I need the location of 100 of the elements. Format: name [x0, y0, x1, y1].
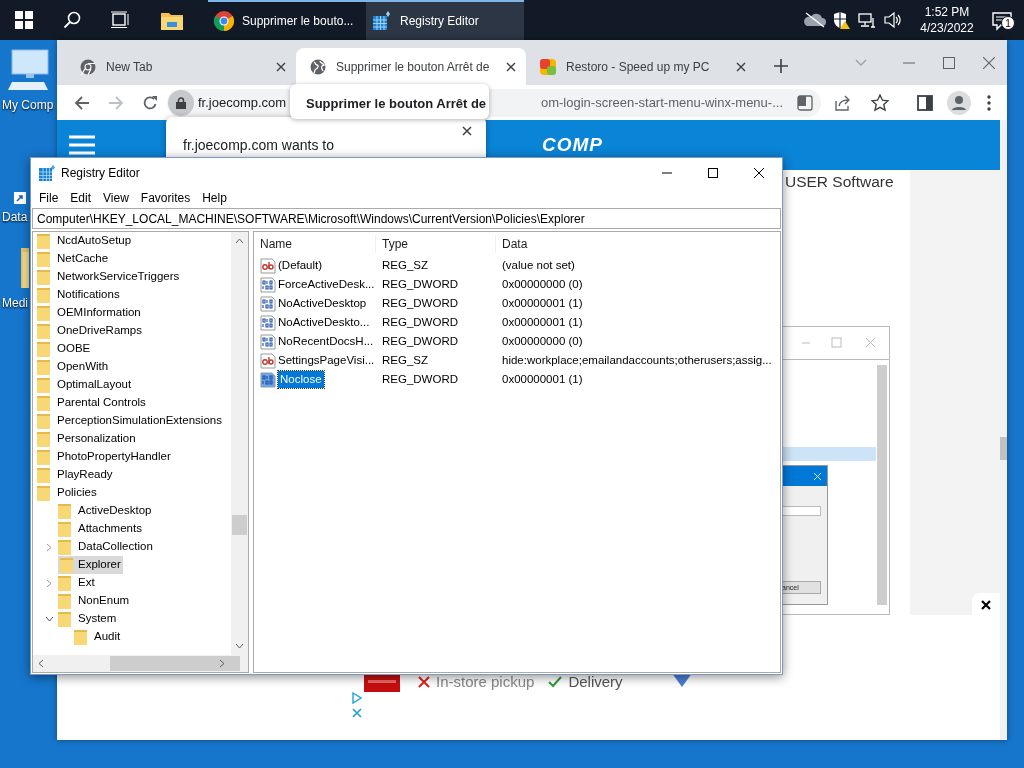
- value-data: 0x00000001 (1): [501, 314, 584, 330]
- scroll-thumb[interactable]: [232, 515, 247, 535]
- scroll-thumb[interactable]: [110, 656, 240, 671]
- column-header[interactable]: Type: [376, 235, 496, 253]
- tree-item[interactable]: ActiveDesktop: [76, 502, 154, 520]
- maximize-icon[interactable]: [943, 56, 955, 69]
- share-icon[interactable]: [835, 94, 851, 111]
- tree-item[interactable]: PhotoPropertyHandler: [55, 448, 173, 466]
- notification-icon[interactable]: [992, 10, 1012, 31]
- tree-item[interactable]: Parental Controls: [55, 394, 148, 412]
- scroll-down-icon[interactable]: [235, 643, 244, 649]
- column-header[interactable]: Name: [254, 235, 376, 253]
- value-name[interactable]: ForceActiveDesk...: [278, 275, 375, 294]
- tree-item[interactable]: System: [76, 610, 119, 628]
- computer-icon[interactable]: [8, 48, 52, 92]
- close-button[interactable]: [972, 593, 1000, 617]
- value-name[interactable]: (Default): [278, 256, 323, 275]
- tree-item[interactable]: NetCache: [55, 250, 111, 268]
- site-logo[interactable]: COMP: [542, 130, 603, 160]
- clock[interactable]: 1:52 PM 4/23/2022: [912, 4, 982, 36]
- new-tab-icon[interactable]: [774, 59, 788, 73]
- scroll-up-icon[interactable]: [235, 238, 244, 244]
- tree-item[interactable]: OEMInformation: [55, 304, 143, 322]
- value-name[interactable]: Noclose: [278, 370, 324, 389]
- tree-item[interactable]: Attachments: [76, 520, 144, 538]
- article-heading: USER Software: [785, 172, 894, 192]
- star-icon[interactable]: [871, 93, 889, 112]
- tree-item[interactable]: Ext: [76, 574, 97, 592]
- browser-tab[interactable]: Supprimer le bouton Arrêt de: [296, 48, 526, 85]
- folder-icon: [37, 269, 50, 285]
- registry-icon: [372, 11, 392, 31]
- value-type: REG_SZ: [381, 257, 429, 273]
- tree-item[interactable]: DataCollection: [76, 538, 155, 556]
- close-icon[interactable]: [276, 61, 286, 72]
- desktop-icon-label[interactable]: My Comp: [0, 96, 54, 114]
- close-icon[interactable]: [462, 126, 472, 136]
- value-name[interactable]: NoActiveDeskto...: [278, 313, 370, 332]
- column-header[interactable]: Data: [496, 235, 780, 253]
- desktop-icon-label[interactable]: Data: [0, 208, 28, 226]
- folder-icon: [37, 377, 50, 393]
- tree-item[interactable]: PlayReady: [55, 466, 115, 484]
- ad-info-icon[interactable]: [352, 692, 362, 704]
- back-icon[interactable]: [74, 94, 90, 111]
- tree-item[interactable]: PerceptionSimulationExtensions: [55, 412, 224, 430]
- folder-icon: [37, 305, 50, 321]
- menu-icon[interactable]: [987, 94, 991, 111]
- network-off-icon[interactable]: [804, 12, 826, 28]
- value-name[interactable]: SettingsPageVisi...: [278, 351, 375, 370]
- folder-icon: [37, 449, 50, 465]
- scroll-left-icon[interactable]: [38, 659, 44, 668]
- tree-item[interactable]: Audit: [92, 628, 123, 646]
- tree-item[interactable]: OpenWith: [55, 358, 111, 376]
- value-name[interactable]: NoActiveDesktop: [278, 294, 367, 313]
- volume-icon[interactable]: [884, 12, 902, 28]
- profile-icon[interactable]: [947, 90, 971, 115]
- menu-item[interactable]: File: [33, 189, 65, 207]
- scroll-right-icon[interactable]: [219, 659, 225, 668]
- network-icon[interactable]: [858, 12, 876, 28]
- close-icon[interactable]: [736, 61, 746, 72]
- scrollbar[interactable]: [33, 655, 248, 672]
- desktop-icon-label[interactable]: Medi: [0, 294, 28, 312]
- ad-feature: Delivery: [568, 672, 623, 692]
- binary-value-icon: [260, 333, 276, 350]
- close-icon[interactable]: [506, 61, 516, 72]
- browser-tab[interactable]: Restoro - Speed up my PC: [526, 48, 756, 85]
- tree-item[interactable]: Explorer: [58, 556, 123, 574]
- tree-item[interactable]: NonEnum: [76, 592, 132, 610]
- shield-warning-icon[interactable]: [832, 11, 850, 29]
- folder-icon: [58, 611, 71, 627]
- tree-item[interactable]: Policies: [55, 484, 99, 502]
- folder-icon: [37, 251, 50, 267]
- registry-icon: [39, 165, 55, 181]
- tree-item[interactable]: OneDriveRamps: [55, 322, 144, 340]
- menu-item[interactable]: View: [97, 189, 135, 207]
- tree-item[interactable]: NcdAutoSetup: [55, 232, 134, 250]
- start-icon[interactable]: [15, 11, 33, 29]
- tree-item[interactable]: Notifications: [55, 286, 122, 304]
- reload-icon[interactable]: [142, 94, 158, 111]
- taskbar-button[interactable]: Registry Editor: [366, 0, 524, 40]
- scrollbar[interactable]: [231, 232, 248, 655]
- string-value-icon: [260, 257, 276, 274]
- menu-item[interactable]: Help: [196, 189, 233, 207]
- menu-item[interactable]: Edit: [64, 189, 98, 207]
- value-type: REG_DWORD: [381, 314, 460, 330]
- task-view-icon[interactable]: [111, 11, 129, 29]
- close-icon: [981, 600, 991, 610]
- tree-item[interactable]: OptimalLayout: [55, 376, 134, 394]
- menu-item[interactable]: Favorites: [134, 189, 197, 207]
- shortcut-icon[interactable]: [14, 192, 26, 204]
- tree-item[interactable]: OOBE: [55, 340, 93, 358]
- side-panel-icon[interactable]: [917, 94, 933, 111]
- address-field[interactable]: Computer\HKEY_LOCAL_MACHINE\SOFTWARE\Microsoft\Windows\CurrentVersion\Policies\Explorer: [32, 208, 781, 229]
- scrollbar[interactable]: [1000, 120, 1007, 740]
- value-name[interactable]: NoRecentDocsH...: [278, 332, 374, 351]
- tree-item[interactable]: Personalization: [55, 430, 138, 448]
- search-icon[interactable]: [63, 11, 81, 29]
- tree-item[interactable]: NetworkServiceTriggers: [55, 268, 182, 286]
- translate-icon[interactable]: [797, 94, 813, 111]
- notification-count: 1: [1001, 16, 1015, 30]
- browser-tab[interactable]: New Tab: [66, 48, 296, 85]
